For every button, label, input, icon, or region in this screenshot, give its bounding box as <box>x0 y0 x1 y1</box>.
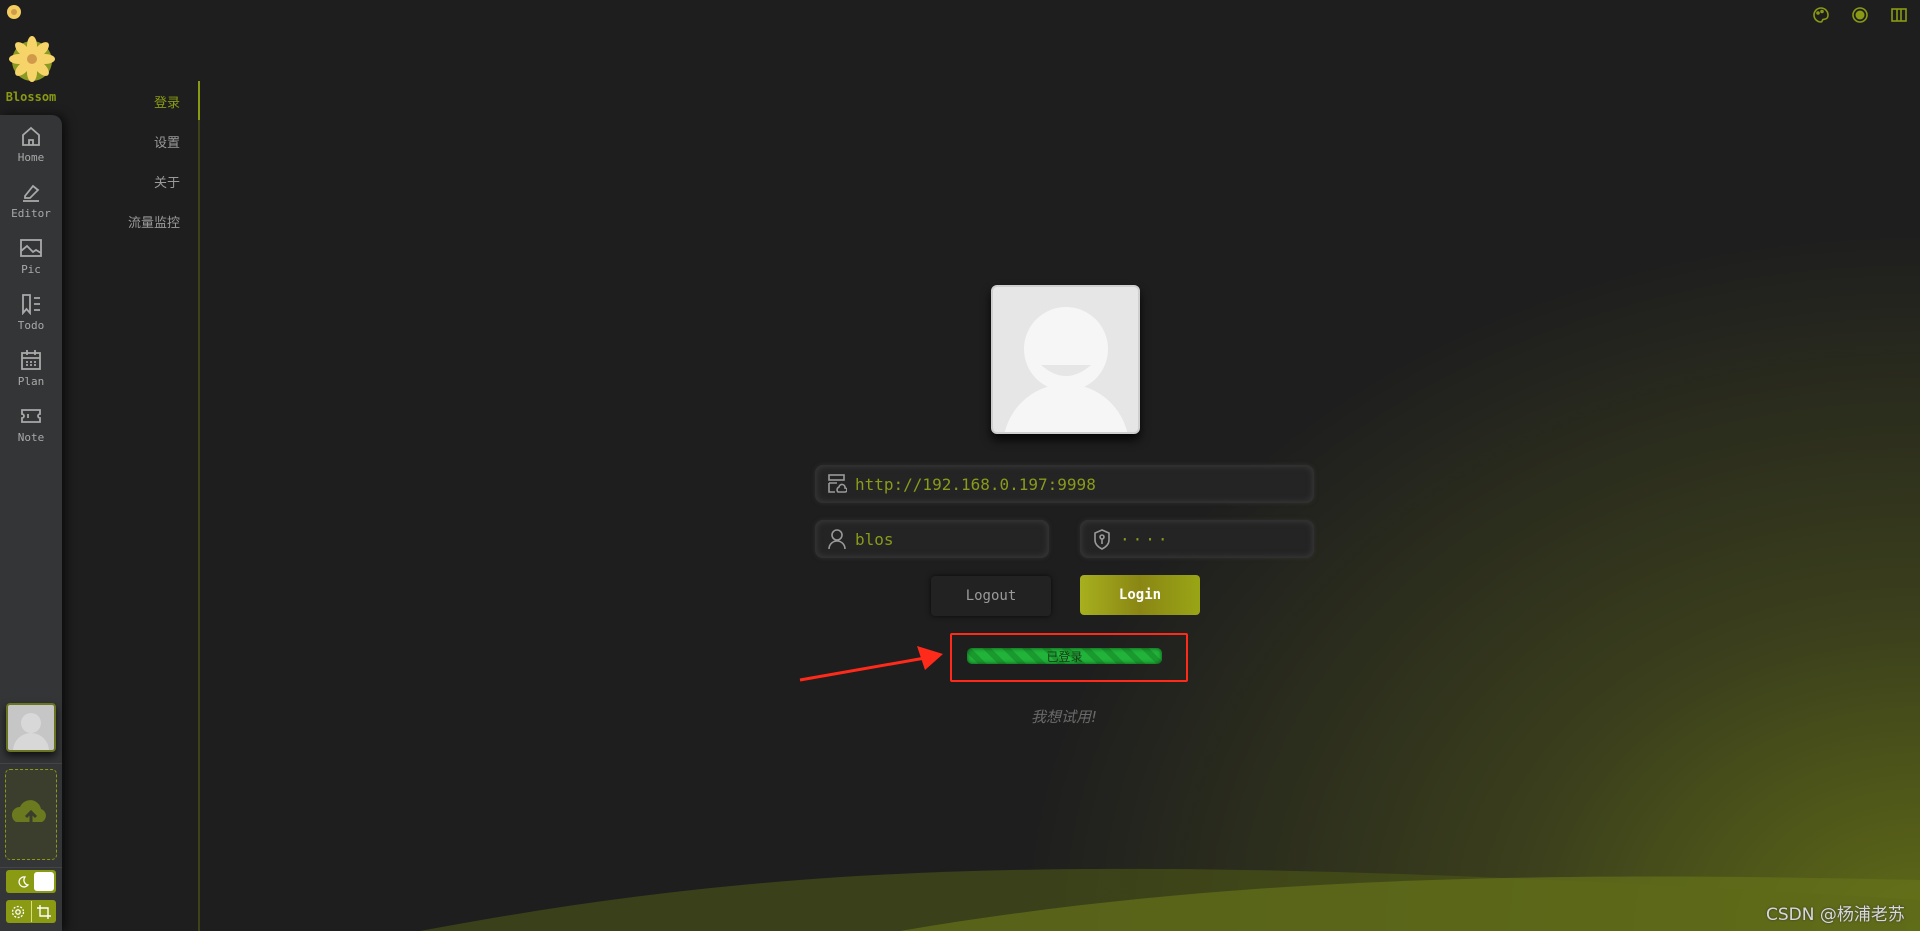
sidebar-item-label: Todo <box>17 319 45 332</box>
shield-key-icon <box>1094 529 1110 550</box>
sidebar-item-home[interactable]: Home <box>0 125 62 164</box>
server-url-value: http://192.168.0.197:9998 <box>855 474 1096 494</box>
blossom-logo <box>7 34 57 84</box>
calendar-icon <box>21 350 41 370</box>
user-icon <box>828 529 846 550</box>
server-url-field[interactable]: http://192.168.0.197:9998 <box>815 465 1314 503</box>
sidebar-item-label: Plan <box>17 375 45 388</box>
submenu-item-traffic-monitor[interactable]: 流量监控 <box>128 212 180 231</box>
sidebar-item-label: Home <box>17 151 45 164</box>
app-small-logo <box>6 4 22 24</box>
moon-icon <box>18 876 29 888</box>
watermark: CSDN @杨浦老苏 <box>1766 905 1905 925</box>
submenu-active-indicator <box>198 81 200 120</box>
highlighter-icon <box>23 184 40 202</box>
sidebar-item-pic[interactable]: Pic <box>0 237 62 276</box>
palette-icon[interactable] <box>1812 6 1830 28</box>
password-field[interactable]: ···· <box>1080 520 1314 558</box>
record-icon[interactable] <box>1851 6 1869 28</box>
sidebar-avatar[interactable] <box>6 703 56 752</box>
user-avatar[interactable] <box>991 285 1140 434</box>
app-name: Blossom <box>5 90 57 104</box>
trial-link[interactable]: 我想试用! <box>964 706 1164 727</box>
annotation-arrow <box>799 646 943 682</box>
tool-buttons <box>6 900 56 923</box>
username-field[interactable]: blos <box>815 520 1049 558</box>
login-status-bar: 已登录 <box>967 648 1162 664</box>
submenu-divider <box>198 81 200 931</box>
server-cloud-icon <box>828 474 847 493</box>
login-button[interactable]: Login <box>1080 575 1200 615</box>
logout-button[interactable]: Logout <box>931 576 1051 616</box>
cloud-upload-icon <box>11 800 46 825</box>
sidebar-item-note[interactable]: Note <box>0 405 62 444</box>
sidebar-item-label: Editor <box>11 207 51 220</box>
submenu-item-settings[interactable]: 设置 <box>154 132 180 151</box>
ticket-icon <box>21 409 41 423</box>
columns-icon[interactable] <box>1890 6 1908 28</box>
sidebar: Home Editor Pic Todo Plan Note <box>0 115 62 931</box>
home-icon <box>22 126 40 146</box>
upload-dropzone[interactable] <box>5 769 57 860</box>
sidebar-item-label: Note <box>17 431 45 444</box>
sidebar-item-editor[interactable]: Editor <box>0 181 62 220</box>
password-value: ···· <box>1120 529 1171 549</box>
crop-icon[interactable] <box>37 905 51 919</box>
submenu-item-about[interactable]: 关于 <box>154 172 180 191</box>
gear-icon[interactable] <box>11 905 25 919</box>
theme-toggle[interactable] <box>6 870 56 893</box>
submenu-item-login[interactable]: 登录 <box>154 92 180 111</box>
sidebar-item-plan[interactable]: Plan <box>0 349 62 388</box>
bookmark-list-icon <box>22 294 40 315</box>
username-value: blos <box>855 529 894 549</box>
sidebar-item-todo[interactable]: Todo <box>0 293 62 332</box>
image-icon <box>20 239 42 257</box>
sidebar-item-label: Pic <box>21 263 41 276</box>
